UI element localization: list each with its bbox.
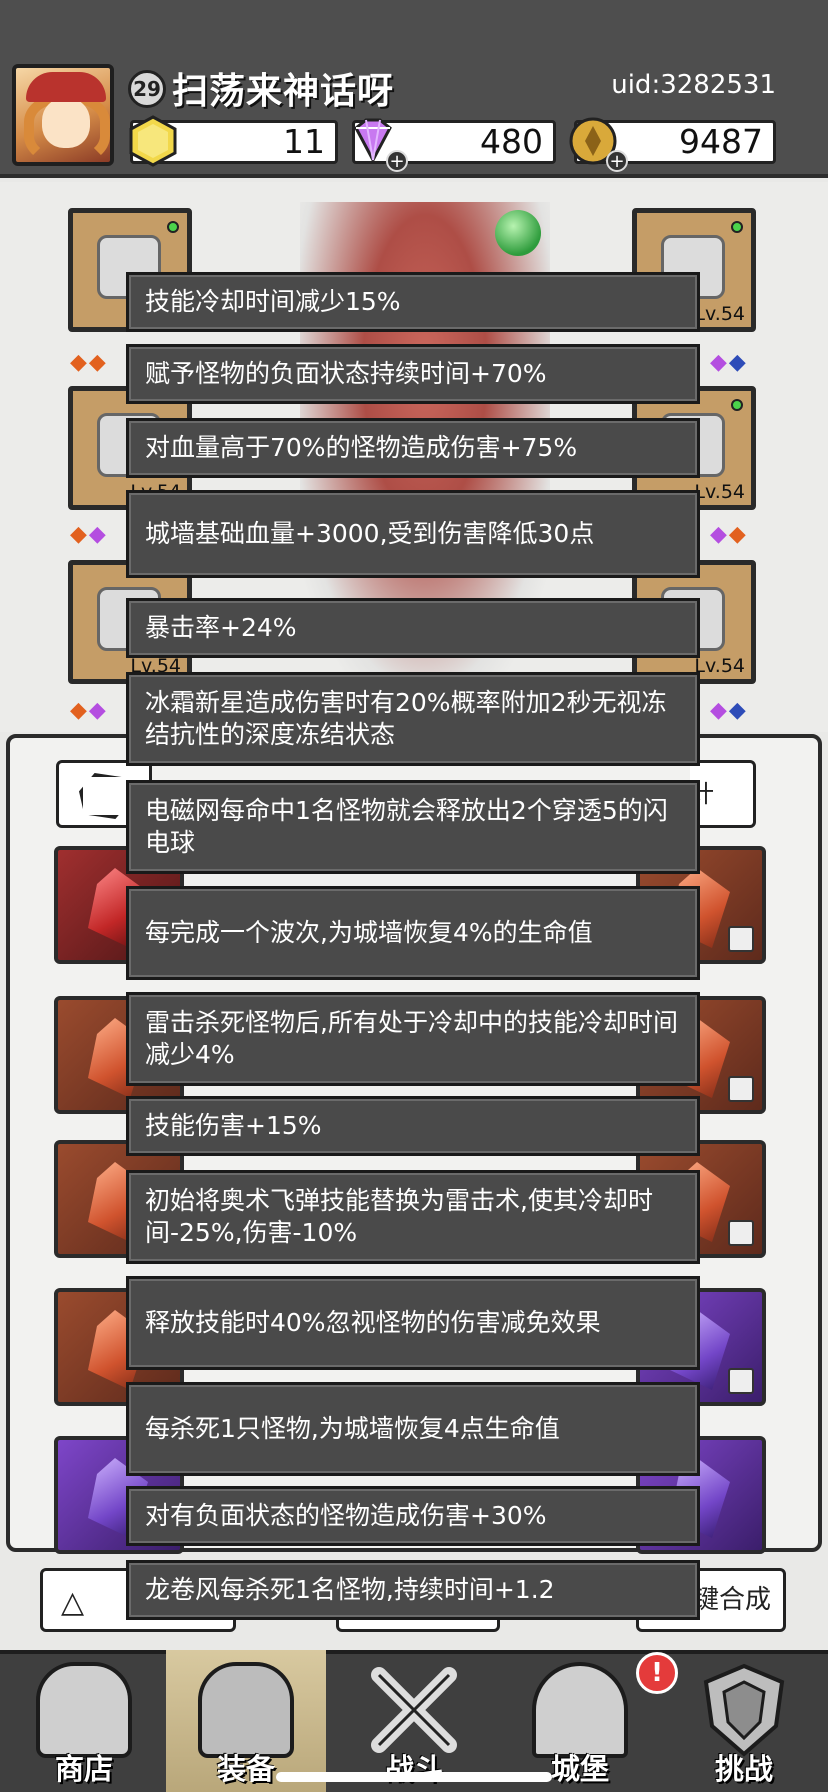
perk-entry: 对有负面状态的怪物造成伤害+30% xyxy=(126,1486,700,1546)
perk-entry: 冰霜新星造成伤害时有20%概率附加2秒无视冻结抗性的深度冻结状态 xyxy=(126,672,700,766)
add-diamond-button[interactable]: + xyxy=(386,150,408,172)
player-name: 扫荡来神话呀 xyxy=(172,71,395,112)
slot-indicator-dot xyxy=(731,399,743,411)
perk-entry: 技能冷却时间减少15% xyxy=(126,272,700,332)
perk-entry: 龙卷风每杀死1名怪物,持续时间+1.2 xyxy=(126,1560,700,1620)
slot-indicator-dot xyxy=(731,221,743,233)
slot-level: Lv.54 xyxy=(694,655,745,677)
nav-equipment[interactable]: 装备 xyxy=(166,1650,326,1792)
add-coin-button[interactable]: + xyxy=(606,150,628,172)
gold-hexagon-icon xyxy=(129,115,177,167)
home-indicator[interactable] xyxy=(276,1772,552,1782)
item-type-icon xyxy=(728,1368,754,1394)
perk-entry: 释放技能时40%忽视怪物的伤害减免效果 xyxy=(126,1276,700,1370)
perk-entry: 赋予怪物的负面状态持续时间+70% xyxy=(126,344,700,404)
nav-challenge-label: 挑战 xyxy=(714,1752,773,1786)
item-type-icon xyxy=(728,1220,754,1246)
nav-challenge[interactable]: 挑战 xyxy=(664,1650,824,1792)
slot-indicator-dot xyxy=(167,221,179,233)
slot-rarity-diamonds: ◆◆ xyxy=(710,350,748,375)
nav-shop[interactable]: 商店 xyxy=(4,1650,164,1792)
slot-rarity-diamonds: ◆◆ xyxy=(710,522,748,547)
perk-entry: 对血量高于70%的怪物造成伤害+75% xyxy=(126,418,700,478)
item-type-icon xyxy=(728,926,754,952)
perk-entry: 初始将奥术飞弹技能替换为雷击术,使其冷却时间-25%,伤害-10% xyxy=(126,1170,700,1264)
perk-entry: 暴击率+24% xyxy=(126,598,700,658)
nav-shop-label: 商店 xyxy=(54,1752,113,1786)
crossed-swords-icon xyxy=(371,1667,457,1753)
castle-icon xyxy=(532,1662,628,1758)
slot-rarity-diamonds: ◆◆ xyxy=(710,698,748,723)
perk-entry: 每杀死1只怪物,为城墙恢复4点生命值 xyxy=(126,1382,700,1476)
shield-icon xyxy=(703,1663,785,1757)
slot-level: Lv.54 xyxy=(694,481,745,503)
green-gem-ornament xyxy=(495,210,541,256)
player-level-badge: 29 xyxy=(128,70,166,108)
rock-icon xyxy=(79,773,131,819)
shop-icon xyxy=(36,1662,132,1758)
avatar-hat xyxy=(26,72,106,102)
avatar-face xyxy=(42,98,90,148)
slot-rarity-diamonds: ◆◆ xyxy=(70,350,108,375)
perk-entry: 城墙基础血量+3000,受到伤害降低30点 xyxy=(126,490,700,578)
triangle-up-icon: △ xyxy=(61,1585,85,1620)
player-avatar[interactable] xyxy=(12,64,114,166)
item-type-icon xyxy=(728,1076,754,1102)
slot-rarity-diamonds: ◆◆ xyxy=(70,698,108,723)
perk-entry: 每完成一个波次,为城墙恢复4%的生命值 xyxy=(126,886,700,980)
slot-rarity-diamonds: ◆◆ xyxy=(70,522,108,547)
player-uid: uid:3282531 xyxy=(611,70,776,100)
nav-battle[interactable]: 战斗 xyxy=(334,1650,494,1792)
backpack-icon xyxy=(198,1662,294,1758)
perk-entry: 雷击杀死怪物后,所有处于冷却中的技能冷却时间减少4% xyxy=(126,992,700,1086)
perk-entry: 技能伤害+15% xyxy=(126,1096,700,1156)
perk-entry: 电磁网每命中1名怪物就会释放出2个穿透5的闪电球 xyxy=(126,780,700,874)
slot-level: Lv.54 xyxy=(694,303,745,325)
